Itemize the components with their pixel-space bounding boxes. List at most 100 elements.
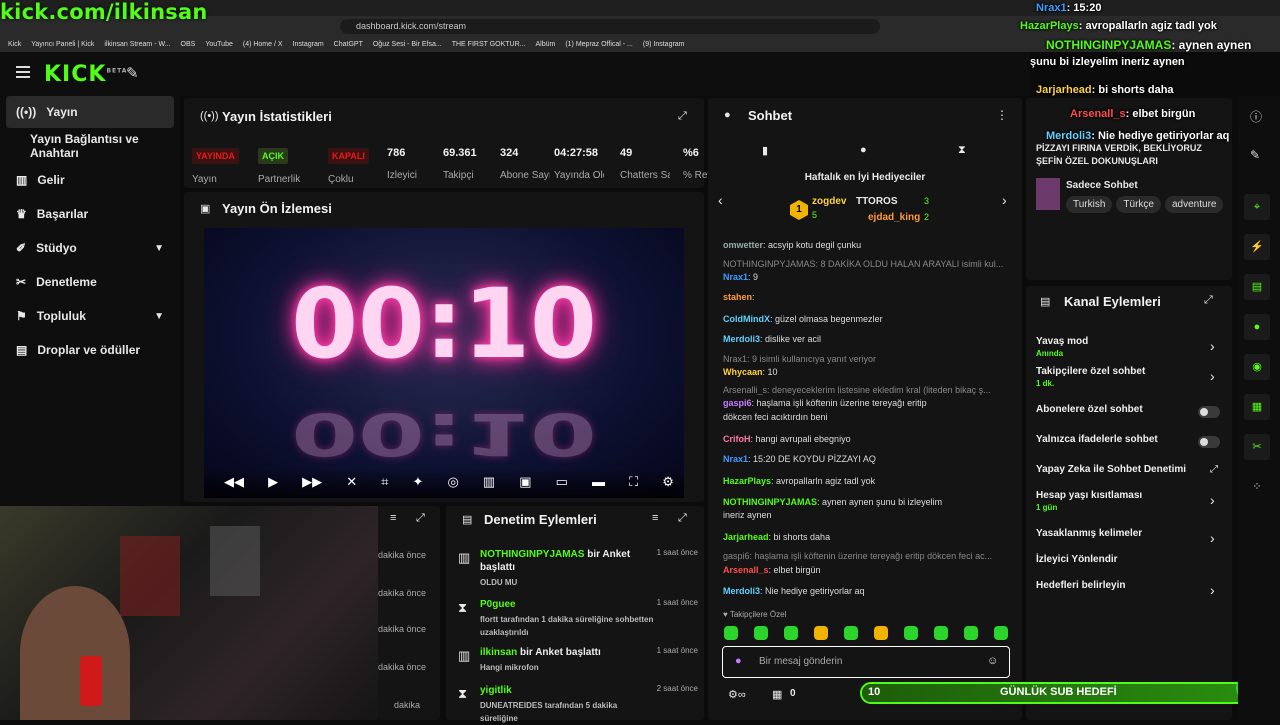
chat-username[interactable]: CrifoH <box>723 434 751 444</box>
wrench-icon[interactable]: ✂ <box>1244 434 1270 460</box>
crop-icon[interactable]: ⌗ <box>381 474 388 490</box>
chat-username[interactable]: NOTHINGINPYJAMAS <box>723 497 817 507</box>
bookmark-item[interactable]: Yayıncı Paneli | Kick <box>31 41 94 48</box>
category-name[interactable]: Sadece Sohbet <box>1066 180 1138 191</box>
chat-username[interactable]: Nrax1 <box>723 272 748 282</box>
sidebar-item-topluluk[interactable]: ⚑ Topluluk ▼ <box>6 300 174 332</box>
bookmark-item[interactable]: ilkinsan Stream - W... <box>104 41 170 48</box>
bookmark-item[interactable]: (9) Instagram <box>643 41 685 48</box>
bookmark-item[interactable]: ChatGPT <box>334 41 363 48</box>
bookmark-item[interactable]: Albüm <box>535 41 555 48</box>
emote-icon[interactable] <box>904 626 918 640</box>
filter-icon[interactable]: ≡ <box>390 512 396 524</box>
sidebar-item-stream-key[interactable]: Yayın Bağlantısı ve Anahtarı <box>6 130 174 162</box>
moderation-actor[interactable]: P0guee <box>480 599 516 610</box>
trash-icon[interactable]: ▮ <box>762 144 768 157</box>
sidebar-item-gelir[interactable]: ▥ Gelir <box>6 164 174 196</box>
chevron-right-icon[interactable]: › <box>1210 492 1215 508</box>
chat-username[interactable]: gaspi6 <box>723 398 752 408</box>
moderation-actor[interactable]: ilkinsan <box>480 647 517 658</box>
channel-action-row[interactable]: Takipçilere özel sohbet 1 dk. <box>1036 366 1226 388</box>
chat-username[interactable]: Merdoli3 <box>723 586 760 596</box>
chat-username[interactable]: Merdoli3 <box>723 334 760 344</box>
bookmark-item[interactable]: Kick <box>8 41 21 48</box>
popout-icon[interactable]: ⤢ <box>416 512 425 525</box>
broadcast-icon[interactable]: ◉ <box>1244 354 1270 380</box>
sparkle-icon[interactable]: ✦ <box>413 474 424 490</box>
toggle-switch[interactable] <box>1198 406 1220 418</box>
sidebar-item-basarilar[interactable]: ♛ Başarılar <box>6 198 174 230</box>
external-link-icon[interactable]: ⤢ <box>1210 464 1218 475</box>
popout-icon[interactable]: ⤢ <box>678 512 687 525</box>
chevron-right-icon[interactable]: › <box>1210 368 1215 384</box>
pip-icon[interactable]: ▣ <box>519 474 531 490</box>
bookmark-item[interactable]: Instagram <box>293 41 324 48</box>
chat-username[interactable]: Jarjarhead <box>723 532 769 542</box>
emote-icon[interactable] <box>724 626 738 640</box>
tag-chip[interactable]: adventure <box>1164 196 1224 213</box>
emote-icon[interactable] <box>754 626 768 640</box>
channel-action-row[interactable]: Yavaş mod Anında <box>1036 336 1226 358</box>
emote-icon[interactable] <box>964 626 978 640</box>
chat-username[interactable]: Nrax1 <box>723 454 748 464</box>
channel-action-row[interactable]: İzleyici Yönlendir <box>1036 554 1226 565</box>
channel-action-row[interactable]: Hesap yaşı kısıtlaması 1 gün <box>1036 490 1226 512</box>
sidebar-item-studyo[interactable]: ✐ Stüdyo ▼ <box>6 232 174 264</box>
pin-icon[interactable]: ✎ <box>126 64 139 82</box>
mute-icon[interactable]: ✕ <box>346 474 357 490</box>
chevron-right-icon[interactable]: › <box>1210 338 1215 354</box>
hourglass-icon[interactable]: ⧗ <box>958 144 966 157</box>
bookmark-item[interactable]: (1) Mepraz Offical - ... <box>565 41 633 48</box>
bookmark-item[interactable]: Oğuz Sesi - Bir Efsa... <box>373 41 442 48</box>
target-icon[interactable]: ⌖ <box>1244 194 1270 220</box>
channel-action-row[interactable]: Yapay Zeka ile Sohbet Denetimi <box>1036 464 1226 475</box>
emote-icon[interactable] <box>784 626 798 640</box>
filter-icon[interactable]: ≡ <box>652 512 658 524</box>
bookmark-item[interactable]: THE FIRST GOKTUR... <box>452 41 526 48</box>
chat-username[interactable]: HazarPlays <box>723 476 771 486</box>
chevron-right-icon[interactable]: › <box>1002 192 1007 208</box>
moderation-actor[interactable]: NOTHINGINPYJAMAS <box>480 549 584 560</box>
toggle-switch[interactable] <box>1198 436 1220 448</box>
channel-action-row[interactable]: Hedefleri belirleyin <box>1036 580 1226 591</box>
forward-icon[interactable]: ▶▶ <box>302 474 322 490</box>
chat-username[interactable]: Whycaan <box>723 367 763 377</box>
emote-icon[interactable] <box>814 626 828 640</box>
moderation-actor[interactable]: yigitlik <box>480 685 512 696</box>
chevron-right-icon[interactable]: › <box>1210 582 1215 598</box>
chevron-right-icon[interactable]: › <box>1210 530 1215 546</box>
emoji-icon[interactable]: ☺ <box>987 655 998 667</box>
bookmark-item[interactable]: OBS <box>181 41 196 48</box>
pencil-icon[interactable]: ✎ <box>1250 148 1260 162</box>
settings-icon[interactable]: ⚙ <box>662 474 674 490</box>
wide-icon[interactable]: ▬ <box>592 474 605 490</box>
rewind-icon[interactable]: ◀◀ <box>224 474 244 490</box>
popout-icon[interactable]: ⤢ <box>678 110 687 123</box>
stats-icon[interactable]: ▥ <box>483 474 495 490</box>
address-bar[interactable]: dashboard.kick.com/stream <box>340 19 880 34</box>
chat-username[interactable]: Arsenall_s <box>723 565 769 575</box>
chat-bubble-icon[interactable]: ● <box>860 144 867 156</box>
apps-icon[interactable]: ⁘ <box>1244 474 1270 500</box>
emote-icon[interactable] <box>844 626 858 640</box>
tag-chip[interactable]: Türkçe <box>1116 196 1161 213</box>
sidebar-item-yayin[interactable]: ((•)) Yayın <box>6 96 174 128</box>
lightning-icon[interactable]: ⚡ <box>1244 234 1270 260</box>
popout-icon[interactable]: ⤢ <box>1204 294 1213 307</box>
emote-icon[interactable] <box>994 626 1008 640</box>
bookmark-item[interactable]: YouTube <box>205 41 233 48</box>
chat-bubble-icon[interactable]: ● <box>1244 314 1270 340</box>
more-options-icon[interactable]: ⋮ <box>996 108 1008 122</box>
sidebar-item-denetleme[interactable]: ✂ Denetleme <box>6 266 174 298</box>
menu-icon[interactable] <box>16 66 30 78</box>
kick-logo[interactable]: KICKBETA <box>44 62 127 87</box>
emote-icon[interactable] <box>934 626 948 640</box>
chat-username[interactable]: omwetter <box>723 240 763 250</box>
note-icon[interactable]: ▤ <box>1244 274 1270 300</box>
theater-icon[interactable]: ▭ <box>556 474 568 490</box>
chevron-left-icon[interactable]: ‹ <box>718 192 723 208</box>
chat-username[interactable]: ColdMindX <box>723 314 770 324</box>
sidebar-item-droplar[interactable]: ▤ Droplar ve ödüller <box>6 334 174 366</box>
tag-chip[interactable]: Turkish <box>1066 196 1113 213</box>
mic-icon[interactable]: ● <box>735 655 742 667</box>
